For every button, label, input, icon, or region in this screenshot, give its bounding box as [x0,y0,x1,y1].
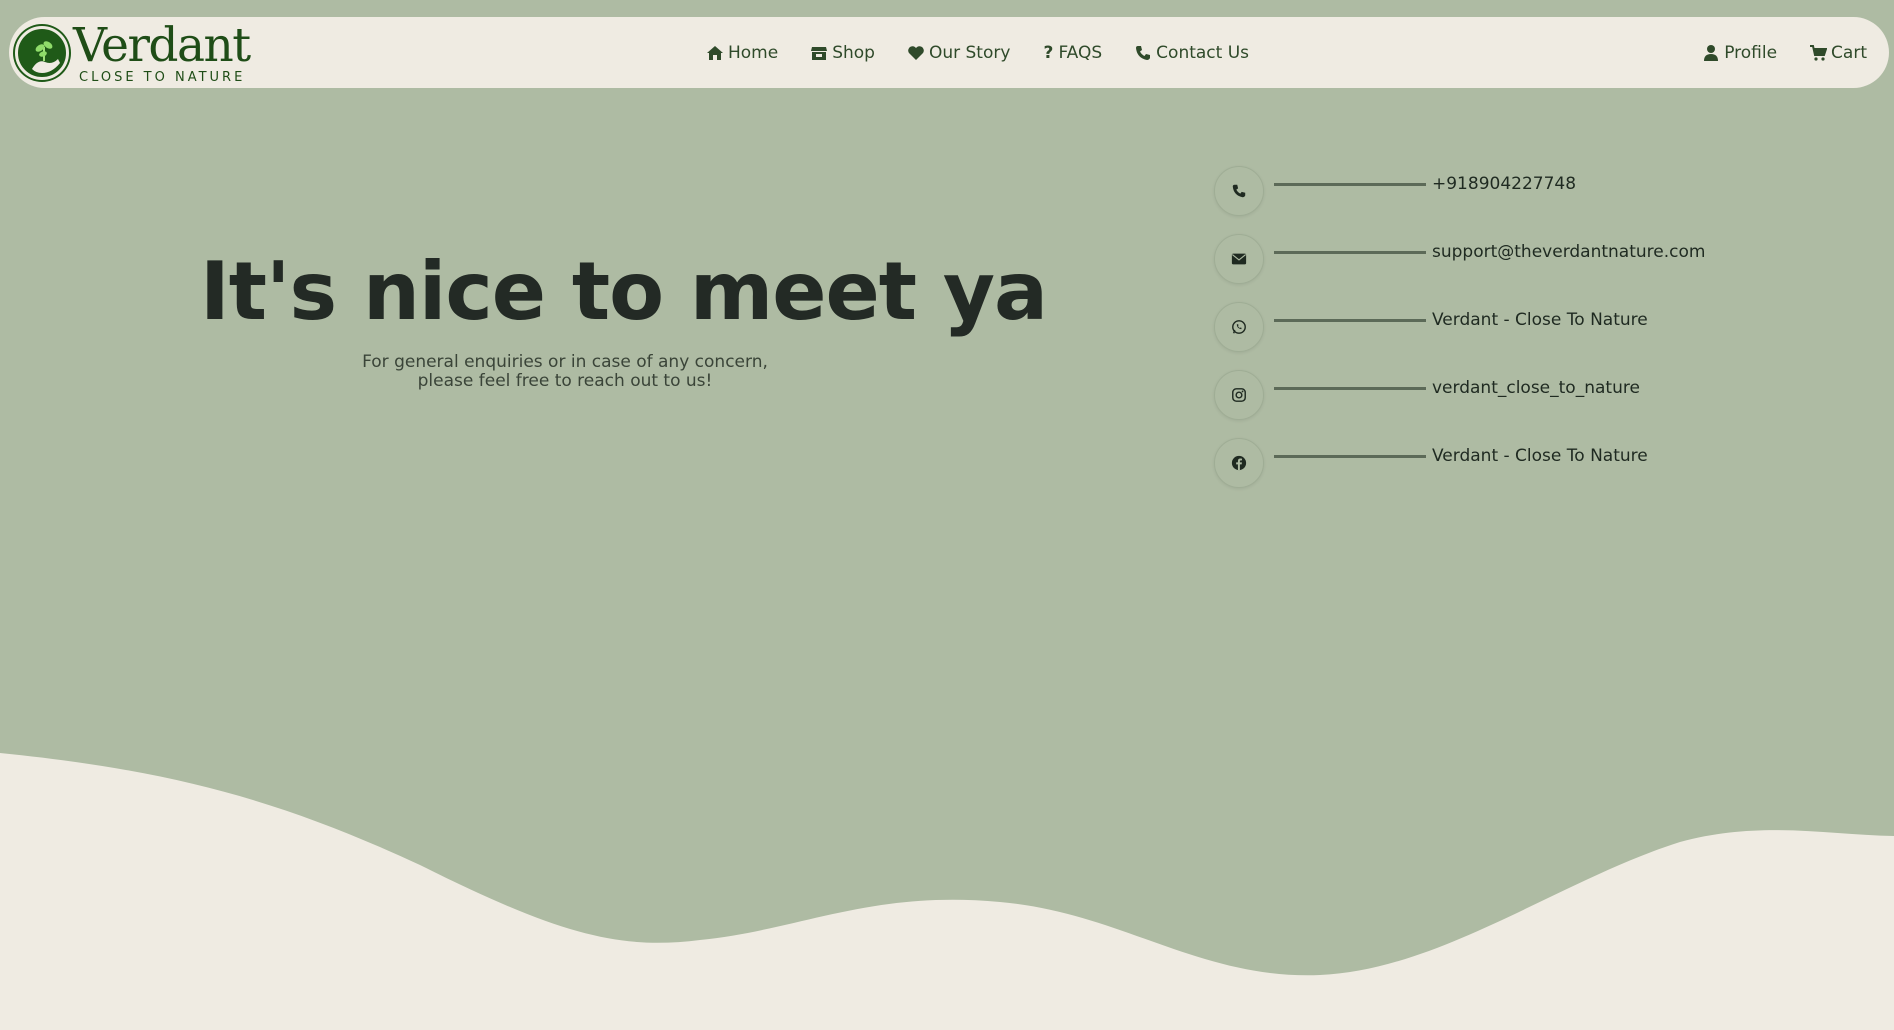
question-icon: ? [1043,42,1054,63]
phone-icon [1134,44,1152,62]
cart-icon [1809,44,1828,62]
contact-whatsapp: Verdant - Close To Nature [1214,302,1648,352]
user-icon [1702,44,1720,62]
nav-faqs[interactable]: ? FAQS [1042,42,1103,63]
nav-home-label: Home [728,42,779,63]
page-title: It's nice to meet ya [200,245,1048,338]
instagram-icon[interactable] [1214,370,1264,420]
nav-shop-label: Shop [832,42,875,63]
nav-our-story-label: Our Story [928,42,1011,63]
contact-facebook-value[interactable]: Verdant - Close To Nature [1432,446,1648,466]
nav-cart-label: Cart [1831,42,1867,63]
page-subtitle: For general enquiries or in case of any … [340,353,790,391]
nav-profile[interactable]: Profile [1702,43,1777,63]
phone-icon[interactable] [1214,166,1264,216]
contact-whatsapp-value[interactable]: Verdant - Close To Nature [1432,310,1648,330]
contact-instagram: verdant_close_to_nature [1214,370,1640,420]
contact-email-value[interactable]: support@theverdantnature.com [1432,242,1705,262]
store-icon [810,44,828,62]
facebook-icon[interactable] [1214,438,1264,488]
subtitle-line-1: For general enquiries or in case of any … [362,352,768,372]
nav-our-story[interactable]: Our Story [907,43,1010,63]
contact-phone: +918904227748 [1214,166,1576,216]
connector-line [1274,318,1426,322]
contact-instagram-value[interactable]: verdant_close_to_nature [1432,378,1640,398]
contact-email: support@theverdantnature.com [1214,234,1705,284]
brand-logo[interactable]: Verdant CLOSE TO NATURE [15,20,255,86]
whatsapp-icon[interactable] [1214,302,1264,352]
main-nav: Home Shop Our Story ? FAQS Contact Us [706,17,1281,88]
nav-home[interactable]: Home [706,43,778,63]
connector-line [1274,182,1426,186]
contact-page: Verdant CLOSE TO NATURE Home Shop Our St… [0,0,1894,1030]
brand-text: Verdant CLOSE TO NATURE [73,18,251,85]
nav-contact-us[interactable]: Contact Us [1134,43,1249,63]
nav-shop[interactable]: Shop [810,43,875,63]
home-icon [706,44,724,62]
decorative-wave [0,753,1894,1030]
envelope-icon[interactable] [1214,234,1264,284]
connector-line [1274,454,1426,458]
account-nav: Profile Cart [1702,17,1867,88]
navbar: Verdant CLOSE TO NATURE Home Shop Our St… [9,17,1889,88]
brand-name: Verdant [73,18,251,73]
nav-contact-us-label: Contact Us [1156,42,1250,63]
connector-line [1274,386,1426,390]
brand-tagline: CLOSE TO NATURE [79,70,246,85]
nav-faqs-label: FAQS [1058,42,1103,63]
connector-line [1274,250,1426,254]
contact-phone-value[interactable]: +918904227748 [1432,174,1576,194]
heart-icon [907,44,925,62]
contact-facebook: Verdant - Close To Nature [1214,438,1648,488]
nav-profile-label: Profile [1724,42,1778,63]
nav-cart[interactable]: Cart [1809,43,1867,63]
subtitle-line-2: please feel free to reach out to us! [417,371,713,391]
leaf-hand-logo-icon [15,26,69,80]
